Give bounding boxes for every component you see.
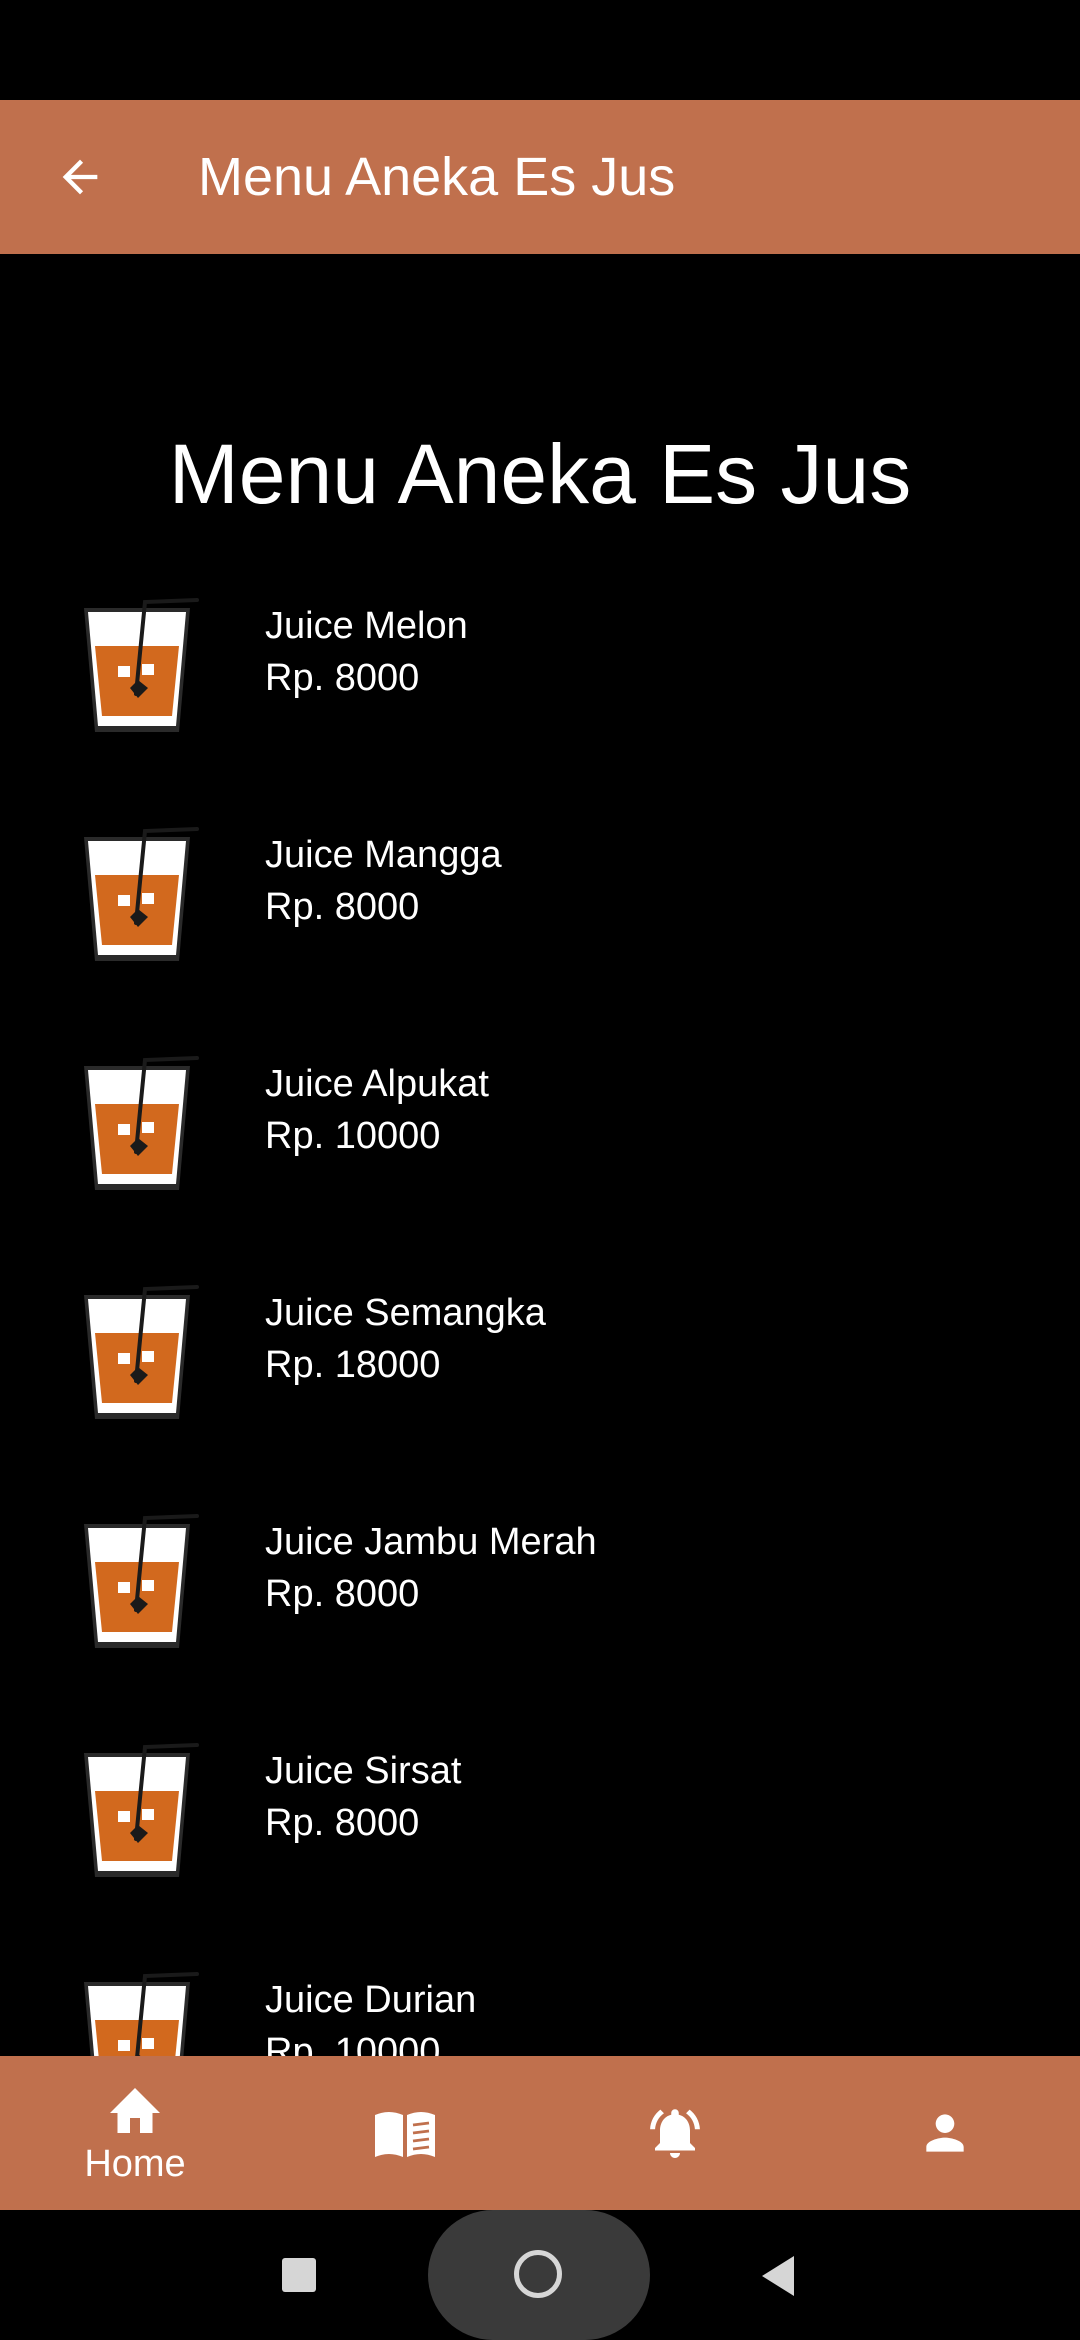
menu-item-text: Juice Jambu Merah Rp. 8000 [265,1516,597,1620]
iced-drink-glass-icon [84,1514,199,1648]
back-button[interactable] [40,137,120,217]
system-navigation-bar [0,2210,1080,2340]
menu-item[interactable]: Juice Mangga Rp. 8000 [0,823,1080,1052]
nav-item-profile[interactable] [810,2056,1080,2210]
home-circle-icon [514,2250,562,2298]
content-scroll-area[interactable]: Menu Aneka Es Jus Juice Melon Rp. 8000 J… [0,254,1080,2056]
nav-item-home[interactable]: Home [0,2056,270,2210]
menu-item-text: Juice Semangka Rp. 18000 [265,1287,546,1391]
iced-drink-glass-icon [84,598,199,732]
menu-item-text: Juice Sirsat Rp. 8000 [265,1745,461,1849]
system-home-button[interactable] [428,2210,650,2340]
menu-item[interactable]: Juice Sirsat Rp. 8000 [0,1739,1080,1968]
menu-item-price: Rp. 8000 [265,886,420,928]
system-back-button[interactable] [762,2256,794,2296]
menu-item-name: Juice Semangka [265,1292,546,1334]
app-bar: Menu Aneka Es Jus [0,100,1080,254]
menu-item[interactable]: Juice Jambu Merah Rp. 8000 [0,1510,1080,1739]
menu-list: Juice Melon Rp. 8000 Juice Mangga Rp. 80… [0,594,1080,2056]
menu-item-text: Juice Melon Rp. 8000 [265,600,468,704]
iced-drink-glass-icon [84,1972,199,2056]
nav-item-menu[interactable] [270,2056,540,2210]
home-icon [110,2088,160,2133]
iced-drink-glass-icon [84,1743,199,1877]
person-icon [926,2114,964,2152]
menu-item-price: Rp. 8000 [265,1802,420,1844]
menu-item-name: Juice Mangga [265,834,502,876]
book-icon [375,2112,435,2157]
menu-item-name: Juice Alpukat [265,1063,489,1105]
app-bar-title: Menu Aneka Es Jus [198,147,676,207]
menu-item-text: Juice Durian Rp. 10000 [265,1974,476,2056]
menu-item[interactable]: Juice Durian Rp. 10000 [0,1968,1080,2056]
menu-item[interactable]: Juice Semangka Rp. 18000 [0,1281,1080,1510]
menu-item-name: Juice Jambu Merah [265,1521,597,1563]
bottom-navigation: Home [0,2056,1080,2210]
menu-item-text: Juice Mangga Rp. 8000 [265,829,502,933]
iced-drink-glass-icon [84,1285,199,1419]
page-heading: Menu Aneka Es Jus [168,427,912,521]
menu-item-price: Rp. 18000 [265,1344,441,1386]
notification-bell-icon [650,2109,700,2158]
arrow-left-icon [62,159,98,195]
iced-drink-glass-icon [84,827,199,961]
menu-item[interactable]: Juice Alpukat Rp. 10000 [0,1052,1080,1281]
menu-item-price: Rp. 10000 [265,1115,441,1157]
menu-item-text: Juice Alpukat Rp. 10000 [265,1058,489,1162]
status-bar [0,0,1080,100]
menu-item-price: Rp. 10000 [265,2031,441,2056]
nav-label-home: Home [84,2143,186,2185]
menu-item[interactable]: Juice Melon Rp. 8000 [0,594,1080,823]
menu-item-name: Juice Melon [265,605,468,647]
menu-item-price: Rp. 8000 [265,657,420,699]
menu-item-price: Rp. 8000 [265,1573,420,1615]
iced-drink-glass-icon [84,1056,199,1190]
menu-item-name: Juice Sirsat [265,1750,462,1792]
menu-item-name: Juice Durian [265,1979,477,2021]
recent-apps-button[interactable] [282,2258,316,2292]
nav-item-notifications[interactable] [540,2056,810,2210]
